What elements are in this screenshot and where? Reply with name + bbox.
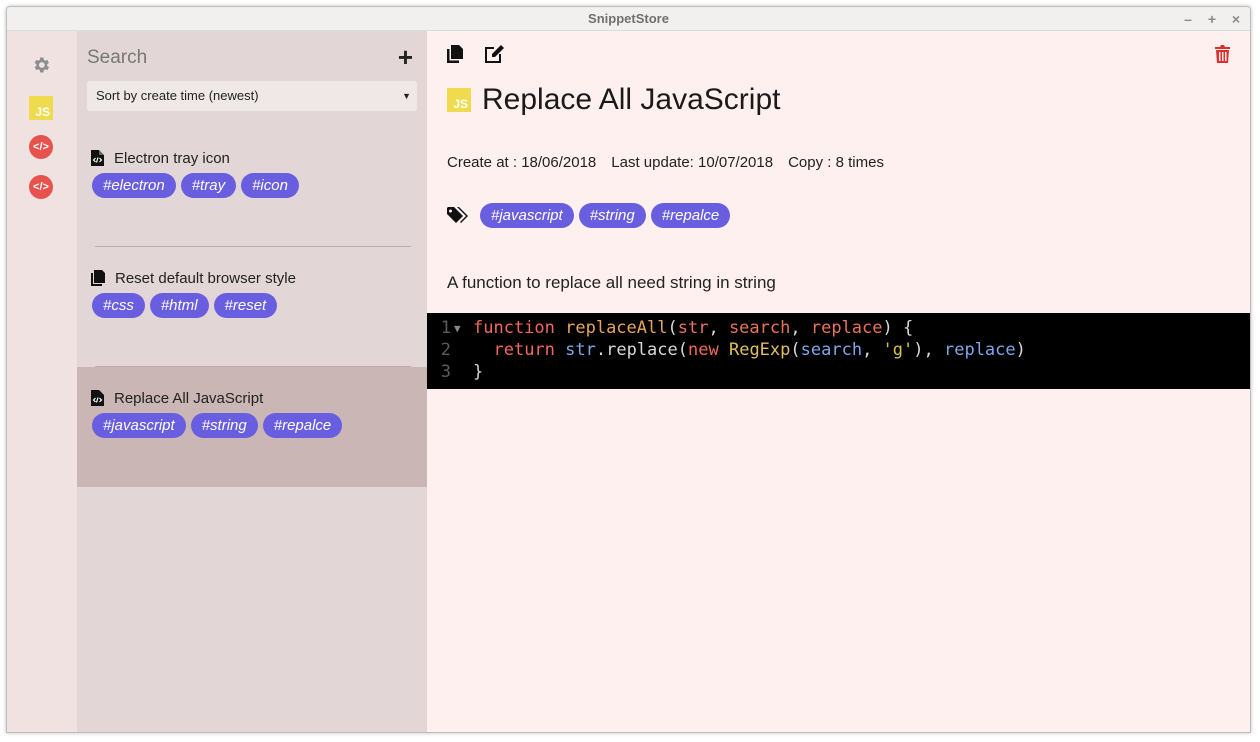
- code-token: replace: [943, 340, 1016, 360]
- created-date: Create at : 18/06/2018: [447, 154, 597, 171]
- tag-chip[interactable]: #javascript: [92, 413, 186, 438]
- edit-icon: [485, 45, 504, 63]
- fold-arrow-icon[interactable]: ▼: [451, 322, 473, 335]
- delete-button[interactable]: [1215, 45, 1235, 65]
- code-token: ,: [708, 318, 729, 338]
- app-window: SnippetStore – + × JS </> </> + Sort: [6, 6, 1251, 733]
- snippet-description: A function to replace all need string in…: [447, 273, 776, 292]
- line-number: 1: [440, 318, 451, 338]
- snippet-detail-panel: JS Replace All JavaScript Create at : 18…: [427, 31, 1250, 732]
- snippet-list-panel: + Sort by create time (newest) ▼ Electro…: [77, 31, 427, 732]
- code-token: ): [1015, 340, 1026, 360]
- copy-files-icon: [91, 270, 105, 286]
- language-rail: JS </> </>: [7, 31, 77, 732]
- code-token: (: [790, 340, 801, 360]
- add-snippet-button[interactable]: +: [398, 44, 413, 70]
- code-token: ,: [790, 318, 811, 338]
- javascript-language-icon: JS: [447, 88, 471, 112]
- gear-icon: [34, 57, 49, 73]
- line-number: 3: [440, 362, 451, 382]
- tag-chip[interactable]: #css: [92, 293, 145, 318]
- settings-button[interactable]: [31, 55, 55, 79]
- edit-button[interactable]: [485, 45, 505, 65]
- snippet-title: Electron tray icon: [114, 149, 230, 167]
- maximize-button[interactable]: +: [1206, 7, 1218, 31]
- snippet-title: Replace All JavaScript: [114, 389, 264, 407]
- snippet-tags: #electron #tray #icon: [92, 173, 299, 198]
- title-bar: SnippetStore – + ×: [7, 7, 1250, 31]
- close-button[interactable]: ×: [1230, 7, 1242, 31]
- tag-chip[interactable]: #string: [578, 203, 646, 228]
- code-token: new: [688, 340, 719, 360]
- sort-select[interactable]: Sort by create time (newest) ▼: [87, 81, 417, 111]
- search-bar: +: [87, 44, 413, 71]
- code-token: return: [493, 340, 555, 360]
- html-language-icon: </>: [29, 135, 53, 159]
- window-title: SnippetStore: [588, 11, 669, 26]
- filter-html-button[interactable]: </>: [29, 135, 53, 159]
- code-token: }: [473, 362, 484, 382]
- code-line: 1 ▼ function replaceAll ( str , search ,…: [427, 317, 1250, 339]
- minimize-button[interactable]: –: [1182, 7, 1194, 31]
- snippet-title: Reset default browser style: [115, 269, 296, 287]
- tags-icon: [447, 206, 468, 223]
- code-token: str: [677, 318, 709, 338]
- code-token: ),: [913, 340, 944, 360]
- code-token: 'g': [882, 340, 914, 360]
- snippet-item[interactable]: Electron tray icon #electron #tray #icon: [77, 127, 427, 247]
- code-token: str: [565, 340, 596, 360]
- tag-chip[interactable]: #html: [149, 293, 209, 318]
- tag-chip[interactable]: #icon: [241, 173, 299, 198]
- trash-icon: [1215, 45, 1230, 63]
- html-language-icon: </>: [29, 175, 53, 199]
- tag-chip[interactable]: #repalce: [650, 203, 731, 228]
- code-token: search: [728, 318, 791, 338]
- snippet-item[interactable]: Reset default browser style #css #html #…: [77, 247, 427, 367]
- snippet-name: Replace All JavaScript: [482, 83, 781, 116]
- snippet-header: JS Replace All JavaScript: [447, 83, 780, 117]
- tag-chip[interactable]: #tray: [180, 173, 237, 198]
- code-token: RegExp: [728, 340, 791, 360]
- copy-icon: [447, 45, 463, 63]
- tag-chip[interactable]: #string: [190, 413, 258, 438]
- code-file-icon: [91, 390, 104, 406]
- javascript-language-icon: JS: [29, 96, 53, 120]
- sort-select-value: Sort by create time (newest): [96, 88, 259, 103]
- filter-javascript-button[interactable]: JS: [29, 96, 53, 120]
- search-input[interactable]: [87, 45, 377, 71]
- code-token: replaceAll: [554, 318, 668, 338]
- updated-date: Last update: 10/07/2018: [611, 154, 774, 171]
- copy-button[interactable]: [447, 45, 467, 65]
- code-editor[interactable]: 1 ▼ function replaceAll ( str , search ,…: [427, 313, 1250, 389]
- code-token: ) {: [882, 318, 914, 338]
- code-token: (: [667, 318, 678, 338]
- code-token: replace: [810, 318, 883, 338]
- code-token: function: [473, 318, 555, 338]
- detail-tags: #javascript #string #repalce: [447, 203, 731, 228]
- window-controls: – + ×: [1182, 7, 1242, 31]
- tag-chip[interactable]: #electron: [92, 173, 176, 198]
- code-token: search: [800, 340, 863, 360]
- chevron-down-icon: ▼: [402, 91, 411, 101]
- snippet-tags: #javascript #string #repalce: [92, 413, 343, 438]
- tag-chip[interactable]: #reset: [213, 293, 278, 318]
- code-token: .replace(: [595, 340, 688, 360]
- copy-count: Copy : 8 times: [788, 154, 884, 171]
- tag-chip[interactable]: #javascript: [480, 203, 574, 228]
- tag-chip[interactable]: #repalce: [262, 413, 343, 438]
- code-token: ,: [862, 340, 883, 360]
- code-line: 2 return str .replace( new RegExp ( sear…: [427, 339, 1250, 361]
- snippet-item-selected[interactable]: Replace All JavaScript #javascript #stri…: [77, 367, 427, 487]
- line-number: 2: [440, 340, 451, 360]
- filter-html-button[interactable]: </>: [29, 175, 53, 199]
- snippet-tags: #css #html #reset: [92, 293, 278, 318]
- code-line: 3 }: [427, 361, 1250, 383]
- code-file-icon: [91, 150, 104, 166]
- snippet-meta: Create at : 18/06/2018 Last update: 10/0…: [447, 154, 884, 171]
